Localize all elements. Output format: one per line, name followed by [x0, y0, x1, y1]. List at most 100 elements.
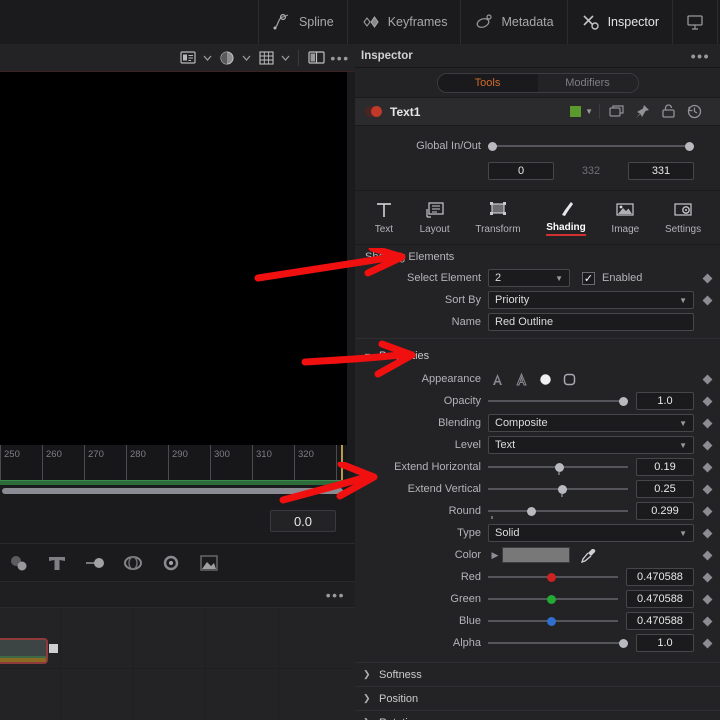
section-rotation[interactable]: ❯ Rotation	[355, 710, 720, 720]
green-label: Green	[450, 593, 481, 605]
red-field[interactable]: 0.470588	[626, 568, 694, 586]
extend-vertical-slider[interactable]	[488, 482, 628, 497]
blending-keyframe-button[interactable]	[694, 418, 720, 428]
extend-vertical-field[interactable]: 0.25	[636, 480, 694, 498]
tool-tab-settings[interactable]: Settings	[665, 200, 701, 235]
viewer-grid-button[interactable]	[255, 49, 277, 67]
green-field[interactable]: 0.470588	[626, 590, 694, 608]
timeline-range-bar[interactable]	[0, 480, 347, 485]
alpha-field[interactable]: 1.0	[636, 634, 694, 652]
mask-tool-icon[interactable]	[160, 552, 182, 574]
global-out-field[interactable]: 331	[628, 162, 694, 180]
viewer-layout-button[interactable]	[177, 49, 199, 67]
section-divider	[355, 338, 720, 339]
appearance-keyframe-button[interactable]	[694, 374, 720, 384]
node-graph-options-icon[interactable]: •••	[326, 588, 345, 602]
tool-tab-layout[interactable]: Layout	[420, 200, 450, 235]
sort-by-keyframe-button[interactable]	[694, 295, 720, 305]
text-tool-icon[interactable]	[46, 552, 68, 574]
tab-modifiers[interactable]: Modifiers	[537, 73, 638, 92]
viewer-options-button[interactable]: •••	[329, 49, 351, 67]
color-swatch[interactable]	[502, 547, 570, 563]
select-element-dropdown[interactable]: 2 ▼	[488, 269, 570, 287]
viewer-color-chevron[interactable]	[240, 49, 253, 67]
extend-horizontal-field[interactable]: 0.19	[636, 458, 694, 476]
select-element-keyframe-button[interactable]	[694, 273, 720, 283]
timeline-ruler[interactable]: 250 260 270 280 290 300 310 320	[0, 445, 347, 480]
name-input[interactable]: Red Outline	[488, 313, 694, 331]
green-keyframe-button[interactable]	[694, 594, 720, 604]
alpha-keyframe-button[interactable]	[694, 638, 720, 648]
inspector-options-icon[interactable]: •••	[691, 49, 710, 63]
opacity-field[interactable]: 1.0	[636, 392, 694, 410]
type-keyframe-button[interactable]	[694, 528, 720, 538]
appearance-filled-a-button[interactable]	[488, 370, 507, 389]
extend-horizontal-slider[interactable]	[488, 460, 628, 475]
viewer-color-button[interactable]	[216, 49, 238, 67]
appearance-outline-a-button[interactable]	[512, 370, 531, 389]
global-inout-slider[interactable]	[488, 139, 694, 153]
enabled-checkbox[interactable]: ✓	[582, 271, 595, 285]
alpha-slider[interactable]	[488, 636, 628, 650]
tool-tab-text[interactable]: Text	[374, 200, 394, 235]
opacity-keyframe-button[interactable]	[694, 396, 720, 406]
toolbar-tab-spline[interactable]: Spline	[257, 0, 348, 44]
properties-header[interactable]: ▼ Properties	[355, 344, 720, 368]
sort-by-dropdown[interactable]: Priority ▼	[488, 291, 694, 309]
node-color-chip[interactable]	[569, 105, 583, 118]
blue-slider[interactable]	[488, 614, 618, 628]
level-keyframe-button[interactable]	[694, 440, 720, 450]
viewer-grid-chevron[interactable]	[279, 49, 292, 67]
copy-icon[interactable]	[608, 103, 625, 120]
blue-field[interactable]: 0.470588	[626, 612, 694, 630]
type-dropdown[interactable]: Solid ▼	[488, 524, 694, 542]
appearance-outline-square-button[interactable]	[560, 370, 579, 389]
node-output-port[interactable]	[49, 644, 58, 653]
tool-tab-image[interactable]: Image	[611, 200, 639, 235]
viewer-layout-chevron[interactable]	[201, 49, 214, 67]
color-expand-icon[interactable]: ▶	[488, 550, 502, 561]
blue-keyframe-button[interactable]	[694, 616, 720, 626]
opacity-slider[interactable]	[488, 394, 628, 408]
graph-node-text1[interactable]	[0, 638, 48, 664]
toolbar-tab-keyframes[interactable]: Keyframes	[348, 0, 462, 44]
extend-vertical-keyframe-button[interactable]	[694, 484, 720, 494]
level-dropdown[interactable]: Text ▼	[488, 436, 694, 454]
reset-icon[interactable]	[686, 103, 703, 120]
appearance-filled-circle-button[interactable]	[536, 370, 555, 389]
node-graph[interactable]	[0, 608, 355, 720]
current-frame-field[interactable]: 0.0	[270, 510, 336, 532]
timeline-scrollbar[interactable]	[0, 487, 347, 495]
section-softness[interactable]: ❯ Softness	[355, 662, 720, 686]
blur-tool-icon[interactable]	[8, 552, 30, 574]
viewer-split-button[interactable]	[305, 49, 327, 67]
timeline-playhead[interactable]	[341, 445, 343, 480]
round-keyframe-button[interactable]	[694, 506, 720, 516]
pin-icon[interactable]	[634, 103, 651, 120]
background-tool-icon[interactable]	[198, 552, 220, 574]
red-keyframe-button[interactable]	[694, 572, 720, 582]
section-position[interactable]: ❯ Position	[355, 686, 720, 710]
tab-tools[interactable]: Tools	[437, 73, 538, 92]
node-status-dot-active[interactable]	[371, 106, 382, 117]
appearance-row: Appearance	[355, 368, 720, 390]
viewer-canvas[interactable]	[0, 72, 347, 445]
tool-tab-shading[interactable]: Shading	[546, 199, 586, 236]
round-field[interactable]: 0.299	[636, 502, 694, 520]
toolbar-display-button[interactable]	[673, 0, 718, 44]
node-color-chevron-icon[interactable]: ▼	[585, 107, 593, 116]
toolbar-tab-inspector[interactable]: Inspector	[568, 0, 673, 44]
merge-tool-icon[interactable]	[84, 552, 106, 574]
toolbar-tab-metadata[interactable]: Metadata	[461, 0, 568, 44]
lock-icon[interactable]	[660, 103, 677, 120]
eyedropper-icon[interactable]	[580, 547, 597, 563]
green-slider[interactable]	[488, 592, 618, 606]
blending-dropdown[interactable]: Composite ▼	[488, 414, 694, 432]
tool-tab-transform[interactable]: Transform	[475, 200, 521, 235]
global-in-field[interactable]: 0	[488, 162, 554, 180]
transform-tool-icon[interactable]	[122, 552, 144, 574]
round-slider[interactable]	[488, 504, 628, 519]
color-keyframe-button[interactable]	[694, 550, 720, 560]
extend-horizontal-keyframe-button[interactable]	[694, 462, 720, 472]
red-slider[interactable]	[488, 570, 618, 584]
